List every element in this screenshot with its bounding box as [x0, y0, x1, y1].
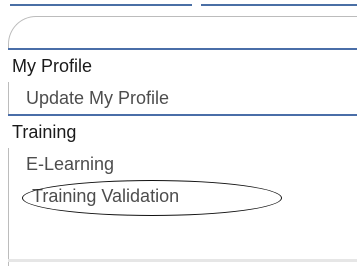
highlight-oval-annotation: [22, 180, 282, 216]
menu-item-e-learning[interactable]: E-Learning: [8, 148, 357, 180]
top-tab-edge-right: [201, 4, 357, 6]
stage: My Profile Update My Profile Training E-…: [0, 0, 357, 266]
section-header-training: Training: [8, 116, 357, 148]
menu-item-training-validation[interactable]: Training Validation: [8, 180, 357, 216]
bottom-edge: [8, 259, 357, 262]
section-header-my-profile: My Profile: [8, 50, 357, 82]
sidebar-menu: My Profile Update My Profile Training E-…: [8, 48, 357, 216]
top-tab-edge-left: [10, 4, 192, 6]
menu-item-update-my-profile[interactable]: Update My Profile: [8, 82, 357, 114]
